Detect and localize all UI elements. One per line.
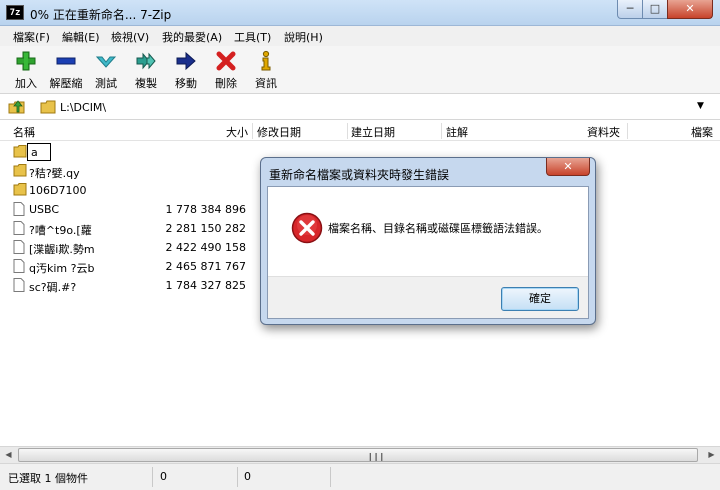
scroll-right-icon[interactable]: ▶ — [703, 447, 720, 463]
column-name[interactable]: 名稱 — [13, 124, 35, 140]
extract-button[interactable]: 解壓縮 — [46, 50, 86, 91]
file-name: 106D7100 — [29, 184, 87, 197]
info-label: 資訊 — [255, 77, 277, 90]
column-separator[interactable] — [441, 123, 442, 139]
menu-file[interactable]: 檔案(F) — [13, 29, 50, 45]
column-files[interactable]: 檔案 — [691, 124, 713, 140]
status-separator — [152, 467, 153, 487]
scrollbar-thumb[interactable]: ❙❙❙ — [18, 448, 698, 462]
file-size: 1 778 384 896 — [165, 203, 246, 216]
folder-up-icon[interactable] — [8, 99, 26, 115]
folder-icon — [13, 183, 27, 196]
menu-favorites[interactable]: 我的最愛(A) — [162, 29, 222, 45]
error-icon — [291, 212, 323, 244]
move-button[interactable]: 移動 — [166, 50, 206, 91]
file-name: ?秸?嬖.qy — [29, 167, 80, 180]
file-icon — [13, 278, 25, 292]
chevron-down-icon[interactable]: ▼ — [697, 101, 704, 111]
maximize-icon: □ — [649, 2, 661, 15]
menu-edit[interactable]: 編輯(E) — [62, 29, 100, 45]
x-icon — [216, 51, 236, 71]
address-bar[interactable]: L:\DCIM\ ▼ — [0, 95, 720, 120]
folder-icon — [40, 100, 56, 114]
column-header: 名稱 大小 修改日期 建立日期 註解 資料夾 檔案 — [0, 121, 720, 141]
add-label: 加入 — [15, 77, 37, 90]
double-arrow-icon — [136, 52, 156, 70]
file-size: 2 281 150 282 — [165, 222, 246, 235]
test-button[interactable]: 測試 — [86, 50, 126, 91]
file-name: ?嘈^t9o.[蘿 — [29, 224, 92, 237]
status-size: 0 — [160, 470, 167, 483]
file-icon — [13, 259, 25, 273]
selection-status: 已選取 1 個物件 — [8, 472, 88, 485]
delete-button[interactable]: 刪除 — [206, 50, 246, 91]
copy-label: 複製 — [135, 77, 157, 90]
status-packed: 0 — [244, 470, 251, 483]
app-7zip-icon: 7z — [6, 5, 24, 20]
column-created[interactable]: 建立日期 — [351, 124, 395, 140]
column-comment[interactable]: 註解 — [446, 124, 468, 140]
move-label: 移動 — [175, 77, 197, 90]
toolbar: 加入 解壓縮 測試 複製 移動 刪除 資訊 — [0, 46, 720, 94]
address-path[interactable]: L:\DCIM\ — [60, 101, 106, 114]
column-separator[interactable] — [252, 123, 253, 139]
minus-icon — [56, 57, 76, 65]
arrow-right-icon — [176, 51, 196, 71]
minimize-button[interactable]: ─ — [617, 0, 643, 19]
rename-input[interactable]: a — [27, 143, 51, 161]
status-separator — [237, 467, 238, 487]
folder-icon — [13, 164, 27, 177]
menu-tools[interactable]: 工具(T) — [234, 29, 271, 45]
grip-icon: ❙❙❙ — [367, 452, 385, 461]
folder-icon — [13, 145, 27, 158]
horizontal-scrollbar[interactable]: ◀ ❙❙❙ ▶ — [0, 446, 720, 463]
minimize-icon: ─ — [626, 2, 634, 15]
close-icon: ✕ — [685, 2, 695, 15]
file-name: USBC — [29, 203, 60, 216]
status-separator — [330, 467, 331, 487]
copy-button[interactable]: 複製 — [126, 50, 166, 91]
scroll-left-icon[interactable]: ◀ — [0, 447, 17, 463]
dialog-message: 檔案名稱、目錄名稱或磁碟區標籤語法錯誤。 — [328, 222, 548, 235]
file-size: 2 422 490 158 — [165, 241, 246, 254]
title-bar: 7z 0% 正在重新命名... 7-Zip ─ □ ✕ — [0, 0, 720, 26]
dialog-footer: 確定 — [268, 276, 588, 318]
column-size[interactable]: 大小 — [226, 124, 248, 140]
file-icon — [13, 221, 25, 235]
dialog-title: 重新命名檔案或資料夾時發生錯誤 — [269, 168, 450, 182]
window-title: 0% 正在重新命名... 7-Zip — [30, 8, 172, 22]
file-size: 1 784 327 825 — [165, 279, 246, 292]
ok-button[interactable]: 確定 — [501, 287, 579, 311]
window-close-button[interactable]: ✕ — [667, 0, 713, 19]
error-dialog: 重新命名檔案或資料夾時發生錯誤 ✕ 檔案名稱、目錄名稱或磁碟區標籤語法錯誤。 確… — [260, 157, 596, 325]
column-separator[interactable] — [347, 123, 348, 139]
test-label: 測試 — [95, 77, 117, 90]
check-icon — [95, 56, 117, 68]
column-modified[interactable]: 修改日期 — [257, 124, 301, 140]
menu-help[interactable]: 說明(H) — [284, 29, 323, 45]
status-bar: 已選取 1 個物件 0 0 — [0, 463, 720, 490]
file-size: 2 465 871 767 — [165, 260, 246, 273]
dialog-close-button[interactable]: ✕ — [546, 158, 590, 176]
menu-view[interactable]: 檢視(V) — [111, 29, 149, 45]
maximize-button[interactable]: □ — [642, 0, 668, 19]
plus-icon — [16, 51, 36, 71]
info-icon — [261, 50, 271, 71]
add-button[interactable]: 加入 — [6, 50, 46, 91]
extract-label: 解壓縮 — [49, 77, 83, 90]
delete-label: 刪除 — [215, 77, 237, 90]
file-icon — [13, 240, 25, 254]
file-icon — [13, 202, 25, 216]
file-name: q汚kim ?云b — [29, 262, 95, 275]
dialog-body: 檔案名稱、目錄名稱或磁碟區標籤語法錯誤。 確定 — [267, 186, 589, 319]
file-name: sc?碉.#? — [29, 281, 77, 294]
file-name: [渫齷i欺.勢m — [29, 243, 95, 256]
column-separator[interactable] — [627, 123, 628, 139]
column-folders[interactable]: 資料夾 — [587, 124, 620, 140]
menu-bar: 檔案(F) 編輯(E) 檢視(V) 我的最愛(A) 工具(T) 說明(H) — [0, 26, 720, 46]
close-icon: ✕ — [563, 160, 573, 173]
info-button[interactable]: 資訊 — [246, 50, 286, 91]
